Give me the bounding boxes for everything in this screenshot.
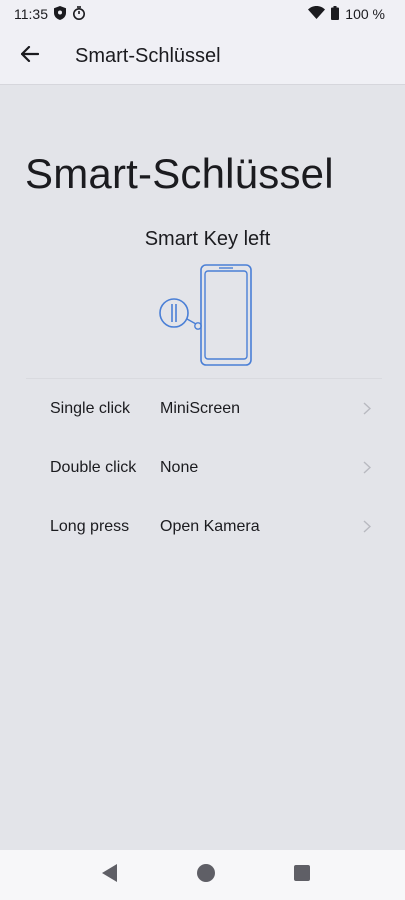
battery-icon — [331, 5, 340, 23]
nav-home-button[interactable] — [191, 860, 221, 890]
chevron-right-icon — [352, 402, 382, 415]
setting-row-single-click[interactable]: Single click MiniScreen — [26, 379, 382, 438]
nav-home-icon — [196, 863, 215, 887]
chevron-right-icon — [352, 461, 382, 474]
phone-with-key-icon — [159, 264, 252, 366]
page-title: Smart-Schlüssel — [25, 150, 334, 197]
back-button[interactable] — [8, 34, 52, 78]
status-time: 11:35 — [14, 6, 48, 22]
setting-label: Double click — [50, 458, 137, 476]
wifi-icon — [308, 6, 326, 22]
nav-recents-icon — [293, 864, 310, 886]
nav-back-button[interactable] — [95, 860, 125, 890]
section-label: Smart Key left — [144, 228, 271, 250]
timer-icon — [72, 5, 86, 23]
setting-value: None — [160, 458, 199, 476]
app-bar: Smart-Schlüssel — [0, 28, 405, 85]
smart-key-settings-list: Single click MiniScreen Double click Non… — [26, 378, 382, 556]
battery-percent: 100 % — [345, 6, 385, 22]
status-left: 11:35 — [14, 5, 86, 23]
smart-key-illustration — [155, 262, 255, 368]
setting-label: Single click — [50, 399, 131, 417]
status-bar: 11:35 100 % — [0, 0, 405, 28]
shield-icon — [54, 5, 66, 23]
nav-recents-button[interactable] — [287, 860, 317, 890]
setting-value: MiniScreen — [160, 399, 241, 417]
system-nav-bar — [0, 850, 405, 900]
status-right: 100 % — [308, 5, 385, 23]
chevron-right-icon — [352, 520, 382, 533]
setting-label: Long press — [50, 517, 130, 535]
setting-value: Open Kamera — [160, 517, 260, 535]
nav-back-icon — [101, 863, 118, 887]
setting-row-double-click[interactable]: Double click None — [26, 438, 382, 497]
setting-row-long-press[interactable]: Long press Open Kamera — [26, 497, 382, 556]
app-bar-title: Smart-Schlüssel — [75, 44, 221, 67]
arrow-left-icon — [20, 45, 40, 67]
